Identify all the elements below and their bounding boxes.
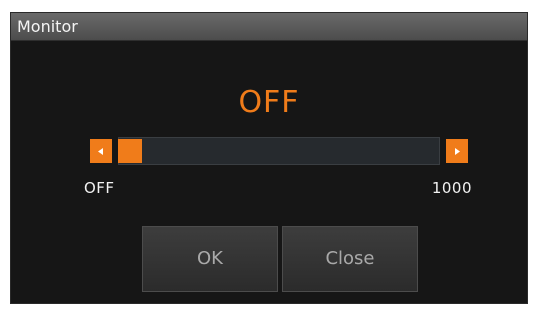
current-value-display: OFF: [238, 85, 300, 120]
increment-button[interactable]: [446, 139, 468, 163]
decrement-button[interactable]: [90, 139, 112, 163]
monitor-slider[interactable]: [90, 137, 468, 165]
slider-min-label: OFF: [84, 179, 115, 197]
chevron-left-icon: [98, 148, 103, 155]
close-button[interactable]: Close: [282, 226, 418, 292]
slider-max-label: 1000: [431, 179, 472, 197]
title-bar: Monitor: [11, 13, 527, 41]
chevron-right-icon: [455, 148, 460, 155]
slider-thumb[interactable]: [118, 139, 142, 163]
monitor-dialog: Monitor OFF OFF 1000 OK Close: [10, 12, 528, 304]
dialog-title: Monitor: [17, 17, 78, 36]
ok-button[interactable]: OK: [142, 226, 278, 292]
slider-track[interactable]: [118, 137, 440, 165]
